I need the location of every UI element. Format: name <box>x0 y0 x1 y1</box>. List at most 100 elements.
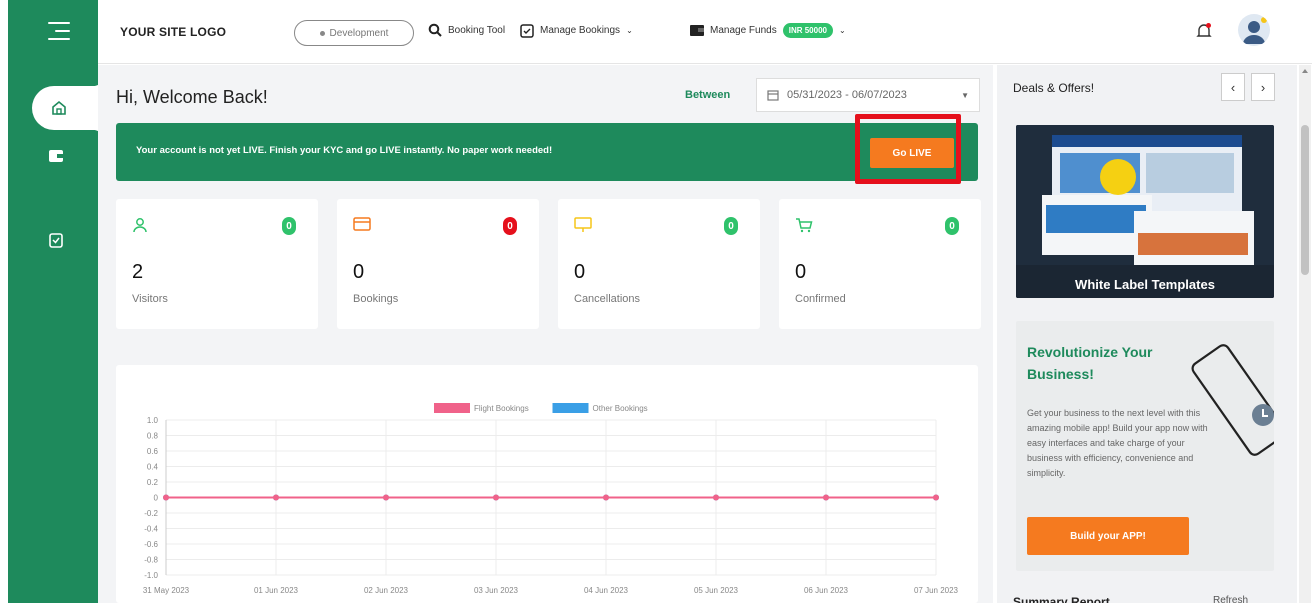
deals-next-button[interactable]: › <box>1251 73 1275 101</box>
app-promo-title: Revolutionize Your Business! <box>1027 344 1153 382</box>
y-tick-label: 0.2 <box>147 478 159 487</box>
card-icon <box>353 217 371 231</box>
booking-tool-label: Booking Tool <box>448 24 506 36</box>
stat-value: 0 <box>353 261 365 283</box>
y-tick-label: 0 <box>154 494 159 503</box>
main-content: Hi, Welcome Back! Between 05/31/2023 - 0… <box>98 65 993 603</box>
stat-card-bookings[interactable]: 0 0 Bookings <box>337 199 539 329</box>
sidebar-item-home[interactable] <box>32 72 106 144</box>
y-tick-label: 0.4 <box>147 463 159 472</box>
booking-tool-link[interactable]: Booking Tool <box>428 23 505 37</box>
legend-label: Flight Bookings <box>474 404 529 413</box>
date-range-value: 05/31/2023 - 06/07/2023 <box>787 89 907 101</box>
summary-report-title: Summary Report <box>1013 595 1110 603</box>
stat-card-confirmed[interactable]: 0 0 Confirmed <box>779 199 981 329</box>
caret-down-icon: ▼ <box>961 90 969 100</box>
legend-swatch <box>434 403 470 413</box>
phone-icon <box>1191 344 1274 456</box>
y-tick-label: 0.8 <box>147 432 159 441</box>
wallet-icon <box>690 25 704 36</box>
kyc-banner: Your account is not yet LIVE. Finish you… <box>116 123 978 181</box>
notifications-button[interactable] <box>1196 22 1212 45</box>
stat-badge: 0 <box>724 217 738 235</box>
scroll-up-arrow-icon[interactable] <box>1302 69 1308 73</box>
avatar-icon <box>1243 17 1267 44</box>
legend-swatch <box>552 403 589 413</box>
stat-badge: 0 <box>503 217 517 235</box>
wallet-icon <box>49 150 63 162</box>
kyc-message: Your account is not yet LIVE. Finish you… <box>136 145 553 156</box>
stat-value: 0 <box>795 261 807 283</box>
bookings-icon <box>49 233 63 248</box>
menu-toggle-icon[interactable] <box>48 22 70 40</box>
sidebar-item-bookings[interactable] <box>38 222 74 258</box>
x-tick-label: 01 Jun 2023 <box>254 586 299 595</box>
stat-badge: 0 <box>945 217 959 235</box>
dashboard-screen: YOUR SITE LOGO Development Booking Tool … <box>0 0 1312 603</box>
x-tick-label: 02 Jun 2023 <box>364 586 409 595</box>
funds-balance-badge: INR 50000 <box>782 23 833 38</box>
calendar-icon <box>767 90 779 101</box>
cart-icon <box>796 218 813 233</box>
x-tick-label: 04 Jun 2023 <box>584 586 629 595</box>
stat-label: Visitors <box>132 293 168 305</box>
deals-title: Deals & Offers! <box>1013 81 1095 95</box>
y-tick-label: -0.4 <box>144 525 158 534</box>
search-icon <box>428 23 442 37</box>
series-point <box>933 494 939 501</box>
series-point <box>823 494 829 501</box>
deals-prev-button[interactable]: ‹ <box>1221 73 1245 101</box>
y-tick-label: -1.0 <box>144 571 158 580</box>
series-point <box>493 494 499 501</box>
site-logo[interactable]: YOUR SITE LOGO <box>120 25 226 39</box>
environment-label: Development <box>329 27 389 39</box>
series-point <box>163 494 169 501</box>
stat-card-cancellations[interactable]: 0 0 Cancellations <box>558 199 760 329</box>
stat-badge: 0 <box>282 217 296 235</box>
manage-funds-label: Manage Funds <box>710 25 777 36</box>
avatar[interactable] <box>1238 14 1270 46</box>
x-tick-label: 07 Jun 2023 <box>914 586 959 595</box>
status-dot-icon <box>319 30 325 36</box>
bookings-chart-svg: 1.0 0.8 0.6 0.4 0.2 0 -0.2 -0.4 -0.6 -0.8 -1.0 31 M… <box>143 403 959 595</box>
stat-value: 2 <box>132 261 144 283</box>
calendar-check-icon <box>520 24 534 38</box>
y-tick-label: 0.6 <box>147 447 159 456</box>
build-app-button[interactable]: Build your APP! <box>1027 517 1189 555</box>
summary-refresh-button[interactable]: Refresh <box>1213 595 1248 603</box>
x-tick-label: 31 May 2023 <box>143 586 190 595</box>
promo-label: White Label Templates <box>1075 277 1215 292</box>
user-icon <box>133 218 147 233</box>
series-point <box>273 494 279 501</box>
manage-bookings-label: Manage Bookings <box>540 25 621 36</box>
sidebar-item-wallet[interactable] <box>38 138 74 174</box>
date-range-picker[interactable]: 05/31/2023 - 06/07/2023 ▼ <box>756 78 980 112</box>
manage-funds-menu[interactable]: Manage Funds INR 50000 ⌄ <box>690 23 846 38</box>
chevron-down-icon: ⌄ <box>838 26 846 35</box>
go-live-button[interactable]: Go LIVE <box>870 138 954 168</box>
sidebar <box>8 0 106 603</box>
templates-illustration <box>1016 125 1274 298</box>
promo-card-white-label[interactable]: White Label Templates <box>1016 125 1274 298</box>
stat-card-visitors[interactable]: 0 2 Visitors <box>116 199 318 329</box>
stat-label: Bookings <box>353 293 399 305</box>
manage-bookings-menu[interactable]: Manage Bookings ⌄ <box>520 23 633 38</box>
monitor-icon <box>574 217 592 232</box>
series-point <box>603 494 609 501</box>
environment-toggle[interactable]: Development <box>294 20 414 46</box>
between-label: Between <box>685 89 731 101</box>
y-tick-label: 1.0 <box>147 416 159 425</box>
app-promo-card: Revolutionize Your Business! Get your bu… <box>1016 321 1274 571</box>
scroll-thumb[interactable] <box>1301 125 1309 275</box>
series-point <box>383 494 389 501</box>
home-icon <box>52 100 66 115</box>
bookings-chart: 1.0 0.8 0.6 0.4 0.2 0 -0.2 -0.4 -0.6 -0.8 -1.0 31 M… <box>116 365 978 603</box>
x-tick-label: 03 Jun 2023 <box>474 586 519 595</box>
x-tick-label: 06 Jun 2023 <box>804 586 849 595</box>
right-rail: Deals & Offers! ‹ › White Label Template… <box>997 65 1297 603</box>
x-tick-label: 05 Jun 2023 <box>694 586 739 595</box>
legend-label: Other Bookings <box>593 404 648 413</box>
y-tick-label: -0.6 <box>144 540 158 549</box>
page-scrollbar[interactable] <box>1299 65 1311 603</box>
page-title: Hi, Welcome Back! <box>116 87 268 107</box>
